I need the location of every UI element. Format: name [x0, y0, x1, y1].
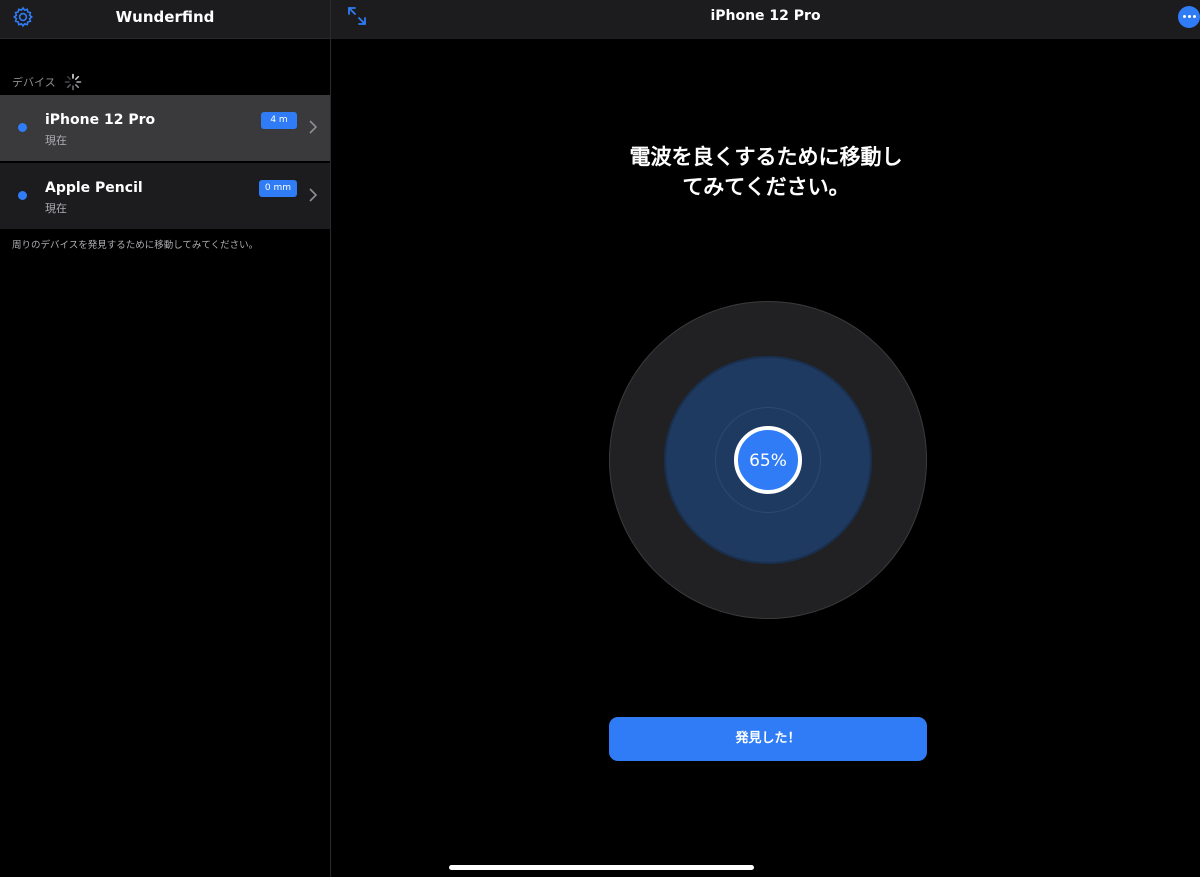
ellipsis-circle-icon[interactable]	[1178, 6, 1200, 28]
devices-section-label: デバイス	[12, 76, 56, 89]
instruction-text: 電波を良くするために移動し てみてください。	[601, 142, 931, 202]
device-row-iphone-12-pro[interactable]: iPhone 12 Pro 現在 4 m	[0, 95, 330, 161]
status-dot	[18, 191, 27, 200]
distance-badge: 0 mm	[258, 180, 297, 197]
main-header: iPhone 12 Pro	[331, 0, 1200, 39]
device-status: 現在	[45, 134, 67, 147]
chevron-right-icon	[309, 120, 318, 134]
app-title: Wunderfind	[115, 8, 215, 26]
instruction-line-2: てみてください。	[682, 175, 850, 199]
signal-strength-indicator: 65%	[734, 426, 802, 494]
sidebar-header: Wunderfind	[0, 0, 330, 39]
chevron-right-icon	[309, 188, 318, 202]
device-name: iPhone 12 Pro	[45, 112, 156, 128]
distance-badge: 4 m	[261, 112, 297, 129]
device-row-apple-pencil[interactable]: Apple Pencil 現在 0 mm	[0, 163, 330, 229]
sidebar: Wunderfind デバイス iPhone 12 Pro 現在 4 m App…	[0, 0, 331, 877]
spinner-icon	[64, 73, 82, 91]
signal-strength-value: 65%	[749, 451, 787, 471]
home-indicator[interactable]	[449, 865, 754, 870]
found-button[interactable]: 発見した！	[609, 717, 927, 761]
status-dot	[18, 123, 27, 132]
device-status: 現在	[45, 202, 67, 215]
device-name: Apple Pencil	[45, 180, 143, 196]
main-panel: iPhone 12 Pro 電波を良くするために移動し てみてください。 65%…	[331, 0, 1200, 877]
instruction-line-1: 電波を良くするために移動し	[629, 145, 903, 169]
device-hint-text: 周りのデバイスを発見するために移動してみてください。	[12, 240, 259, 251]
device-title: iPhone 12 Pro	[710, 8, 821, 24]
